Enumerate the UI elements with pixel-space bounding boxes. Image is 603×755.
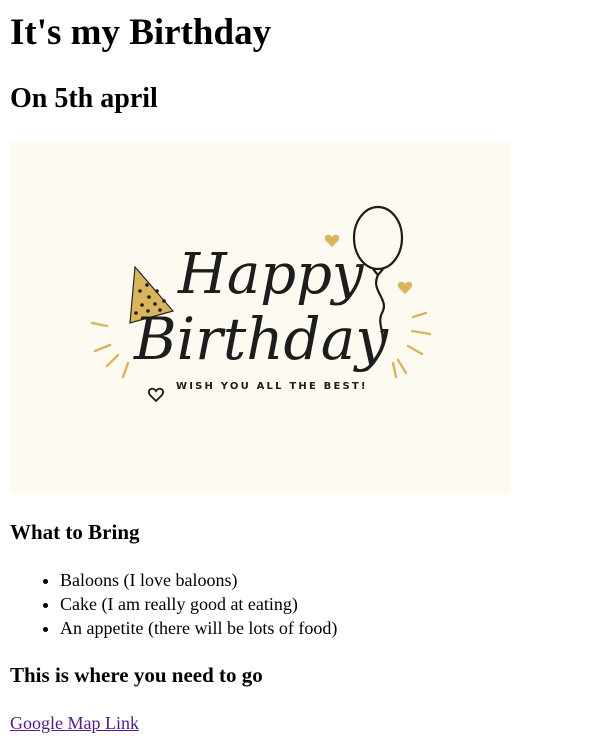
- event-date-heading: On 5th april: [10, 83, 158, 114]
- location-heading: This is where you need to go: [10, 663, 263, 687]
- bring-list: Baloons (I love baloons) Cake (I am real…: [10, 568, 337, 640]
- list-item: Baloons (I love baloons): [60, 568, 337, 592]
- what-to-bring-heading: What to Bring: [10, 520, 140, 544]
- card-happy-text: Happy: [177, 242, 365, 307]
- birthday-card-artwork: Happy Birthday WISH YOU ALL THE BEST!: [90, 205, 432, 403]
- birthday-card-image: Happy Birthday WISH YOU ALL THE BEST!: [10, 141, 510, 494]
- list-item: Cake (I am really good at eating): [60, 592, 337, 616]
- google-map-link[interactable]: Google Map Link: [10, 711, 139, 735]
- page-title: It's my Birthday: [10, 12, 272, 53]
- card-birthday-text: Birthday: [133, 305, 389, 373]
- list-item: An appetite (there will be lots of food): [60, 616, 337, 640]
- card-tagline: WISH YOU ALL THE BEST!: [176, 381, 368, 392]
